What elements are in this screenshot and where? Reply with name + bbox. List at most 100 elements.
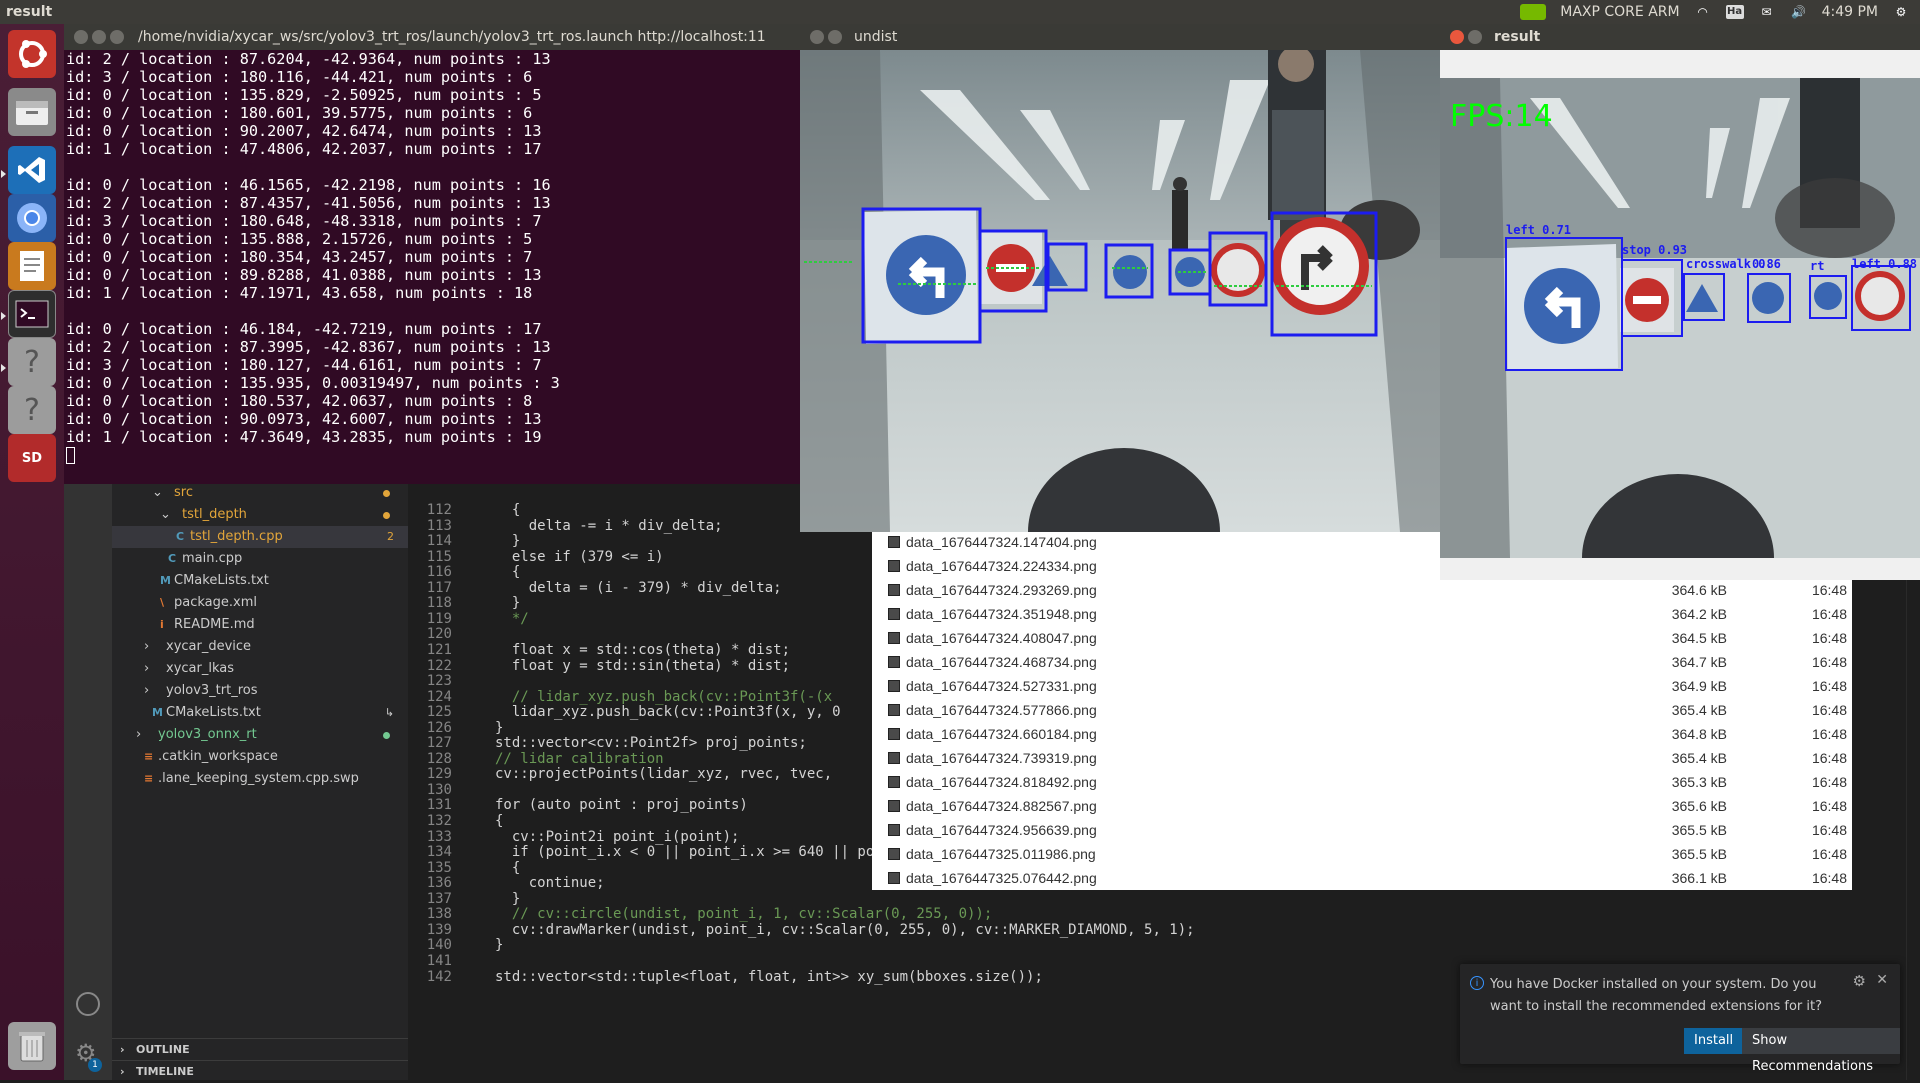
file-type-icon: C	[176, 530, 185, 543]
file-type-icon: C	[168, 552, 177, 565]
tree-item[interactable]: › xycar_device	[112, 636, 408, 658]
file-modified-time: 16:48	[1811, 750, 1847, 766]
terminal-line: id: 0 / location : 46.184, -42.7219, num…	[66, 320, 542, 338]
undist-titlebar[interactable]: undist	[800, 24, 1440, 50]
chromium-icon[interactable]	[8, 194, 56, 242]
file-size: 365.5 kB	[1671, 846, 1727, 862]
image-file-icon	[888, 536, 900, 548]
tree-item[interactable]: ⌄ src	[112, 482, 408, 504]
image-file-icon	[888, 800, 900, 812]
show-recommendations-button[interactable]: Show Recommendations	[1742, 1028, 1900, 1074]
minimize-button[interactable]	[1468, 30, 1482, 44]
tree-item[interactable]: ≡ .lane_keeping_system.cpp.swp	[112, 768, 408, 790]
file-row[interactable]: data_1676447325.076442.png 366.1 kB 16:48	[872, 866, 1852, 890]
problem-count-badge: 2	[387, 530, 394, 543]
tree-item[interactable]: Ctstl_depth.cpp 2	[112, 526, 408, 548]
file-row[interactable]: data_1676447324.660184.png 364.8 kB 16:48	[872, 722, 1852, 746]
file-size: 364.8 kB	[1671, 726, 1727, 742]
terminal-line: id: 0 / location : 180.601, 39.5775, num…	[66, 104, 533, 122]
terminal-line: id: 2 / location : 87.6204, -42.9364, nu…	[66, 50, 551, 68]
file-name: data_1676447324.739319.png	[906, 750, 1097, 766]
close-icon[interactable]: ✕	[1876, 972, 1888, 988]
clock[interactable]: 4:49 PM	[1822, 4, 1878, 20]
tree-item-label: package.xml	[174, 595, 257, 610]
unknown-app-icon[interactable]: ?	[8, 386, 56, 434]
tree-item[interactable]: › yolov3_trt_ros	[112, 680, 408, 702]
trash-icon[interactable]	[8, 1022, 56, 1070]
result-titlebar[interactable]: result	[1440, 24, 1920, 50]
tree-item[interactable]: Cmain.cpp	[112, 548, 408, 570]
file-size: 364.5 kB	[1671, 630, 1727, 646]
ubuntu-dash-icon[interactable]	[8, 30, 56, 78]
file-row[interactable]: data_1676447324.818492.png 365.3 kB 16:48	[872, 770, 1852, 794]
maximize-button[interactable]	[110, 30, 124, 44]
image-file-icon	[888, 656, 900, 668]
tree-item-label: xycar_lkas	[166, 661, 234, 676]
minimize-button[interactable]	[92, 30, 106, 44]
result-camera-view: left 0.71 stop 0.93 crosswalk 0. 0.86 rt…	[1440, 78, 1920, 558]
terminal-cursor	[66, 447, 75, 464]
sd-card-icon[interactable]: SD	[8, 434, 56, 482]
tree-item[interactable]: \ package.xml	[112, 592, 408, 614]
file-row[interactable]: data_1676447324.527331.png 364.9 kB 16:48	[872, 674, 1852, 698]
tree-item[interactable]: ⌄ tstl_depth	[112, 504, 408, 526]
close-button[interactable]	[74, 30, 88, 44]
outline-section-header[interactable]: › OUTLINE	[112, 1038, 408, 1060]
tree-item[interactable]: › xycar_lkas	[112, 658, 408, 680]
power-mode-label[interactable]: MAXP CORE ARM	[1560, 4, 1679, 20]
terminal-icon[interactable]	[8, 290, 56, 338]
file-type-icon: \	[160, 596, 165, 609]
minimize-button[interactable]	[828, 30, 842, 44]
terminal-line: id: 2 / location : 87.3995, -42.8367, nu…	[66, 338, 551, 356]
keyboard-layout-indicator[interactable]: Ha	[1725, 5, 1744, 19]
gear-icon[interactable]: ⚙	[1892, 5, 1910, 19]
tree-item[interactable]: i README.md	[112, 614, 408, 636]
file-row[interactable]: data_1676447324.956639.png 365.5 kB 16:48	[872, 818, 1852, 842]
terminal-titlebar[interactable]: /home/nvidia/xycar_ws/src/yolov3_trt_ros…	[64, 24, 800, 50]
result-window[interactable]: result left 0.71 stop 0.93 crosswalk 0. …	[1440, 24, 1920, 580]
file-modified-time: 16:48	[1811, 702, 1847, 718]
account-icon[interactable]	[76, 992, 100, 1016]
image-file-icon	[888, 752, 900, 764]
modified-dot	[383, 512, 390, 519]
install-button[interactable]: Install	[1684, 1028, 1744, 1054]
file-row[interactable]: data_1676447324.739319.png 365.4 kB 16:48	[872, 746, 1852, 770]
text-editor-icon[interactable]	[8, 242, 56, 290]
undist-title: undist	[854, 29, 898, 45]
tree-item[interactable]: M CMakeLists.txt	[112, 570, 408, 592]
gear-icon[interactable]: ⚙	[1853, 972, 1866, 990]
file-size: 365.5 kB	[1671, 822, 1727, 838]
chevron-down-icon: ⌄	[152, 485, 163, 500]
tree-item[interactable]: M CMakeLists.txt ↳	[112, 702, 408, 724]
file-row[interactable]: data_1676447324.293269.png 364.6 kB 16:48	[872, 578, 1852, 602]
file-row[interactable]: data_1676447324.351948.png 364.2 kB 16:48	[872, 602, 1852, 626]
vscode-icon[interactable]	[8, 146, 56, 194]
nvidia-icon[interactable]	[1520, 4, 1547, 20]
close-button[interactable]	[1450, 30, 1464, 44]
terminal-output[interactable]: id: 2 / location : 87.6204, -42.9364, nu…	[66, 50, 800, 484]
tree-item[interactable]: › yolov3_onnx_rt	[112, 724, 408, 746]
detection-label: 0.86	[1752, 257, 1781, 271]
file-row[interactable]: data_1676447324.408047.png 364.5 kB 16:48	[872, 626, 1852, 650]
file-row[interactable]: data_1676447324.577866.png 365.4 kB 16:48	[872, 698, 1852, 722]
tree-item[interactable]: ≡ .catkin_workspace	[112, 746, 408, 768]
file-row[interactable]: data_1676447324.882567.png 365.6 kB 16:48	[872, 794, 1852, 818]
file-size: 364.6 kB	[1671, 582, 1727, 598]
terminal-line: id: 0 / location : 89.8288, 41.0388, num…	[66, 266, 542, 284]
unknown-app-icon[interactable]: ?	[8, 338, 56, 386]
terminal-window[interactable]: /home/nvidia/xycar_ws/src/yolov3_trt_ros…	[64, 24, 800, 484]
close-button[interactable]	[810, 30, 824, 44]
timeline-section-header[interactable]: › TIMELINE	[112, 1060, 408, 1082]
files-icon[interactable]	[8, 88, 56, 136]
tree-item-label: .catkin_workspace	[158, 749, 278, 764]
wifi-icon[interactable]: ◠	[1694, 5, 1712, 19]
file-row[interactable]: data_1676447325.011986.png 365.5 kB 16:48	[872, 842, 1852, 866]
volume-icon[interactable]: 🔊	[1790, 5, 1808, 19]
mail-icon[interactable]: ✉	[1758, 5, 1776, 19]
detection-label: rt	[1810, 259, 1824, 273]
tree-item-label: README.md	[174, 617, 255, 632]
terminal-line: id: 0 / location : 90.2007, 42.6474, num…	[66, 122, 542, 140]
file-row[interactable]: data_1676447324.468734.png 364.7 kB 16:48	[872, 650, 1852, 674]
undist-window[interactable]: undist	[800, 24, 1440, 532]
